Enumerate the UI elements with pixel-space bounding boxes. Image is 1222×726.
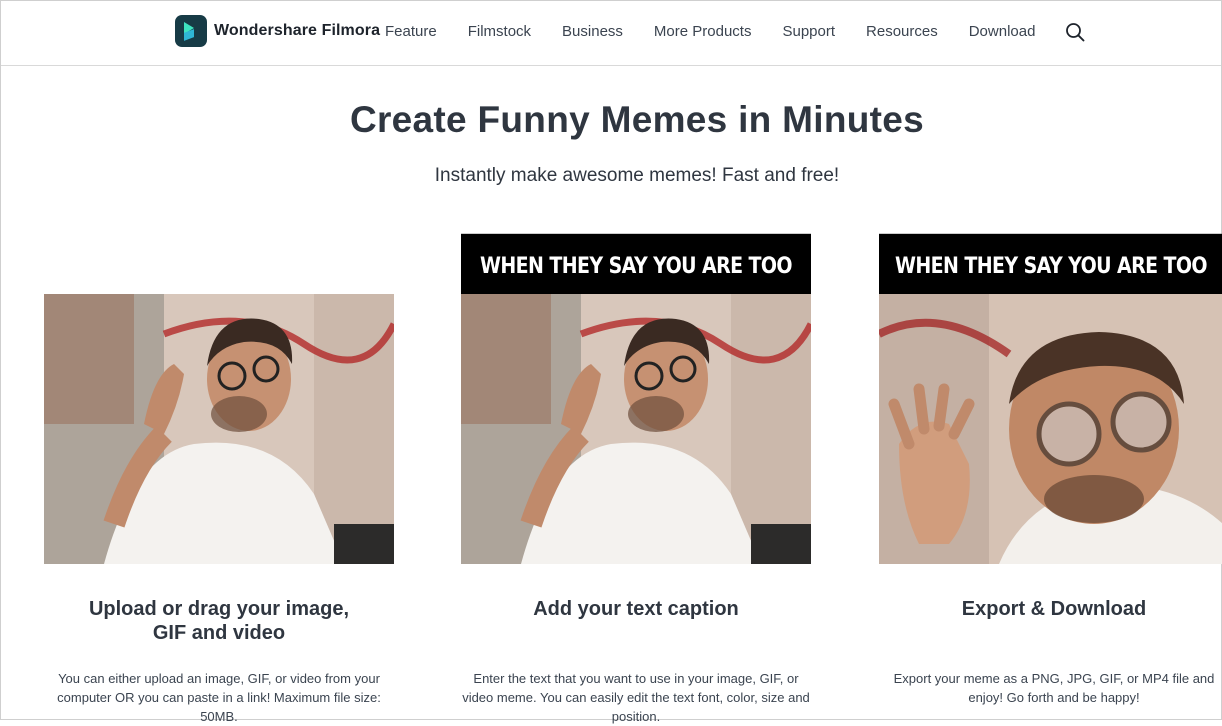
nav-item-feature[interactable]: Feature (385, 23, 437, 40)
meme-caption-banner: WHEN THEY SAY YOU ARE TOO MUCH (879, 233, 1222, 343)
brand-logo[interactable]: Wondershare Filmora (175, 15, 380, 47)
step-description: You can either upload an image, GIF, or … (57, 671, 381, 724)
step-description: Export your meme as a PNG, JPG, GIF, or … (893, 671, 1215, 705)
meme-image (879, 294, 1222, 564)
meme-caption-banner: WHEN THEY SAY YOU ARE TOO MUCH (461, 233, 811, 343)
nav-item-business[interactable]: Business (562, 23, 623, 40)
step-description: Enter the text that you want to use in y… (462, 671, 810, 724)
nav-item-more-products[interactable]: More Products (654, 23, 752, 40)
nav-item-download[interactable]: Download (969, 23, 1036, 40)
brand-name: Wondershare Filmora (214, 22, 381, 39)
page-title: Create Funny Memes in Minutes (349, 99, 925, 140)
top-navigation: Wondershare Filmora Feature Filmstock Bu… (1, 1, 1221, 66)
page-subtitle: Instantly make awesome memes! Fast and f… (434, 165, 840, 186)
filmora-logo-icon (175, 15, 207, 47)
meme-image (44, 294, 394, 564)
nav-item-filmstock[interactable]: Filmstock (468, 23, 531, 40)
meme-image (461, 294, 811, 564)
search-icon[interactable] (1065, 22, 1085, 42)
step-title: Upload or drag your image, GIF and video (88, 598, 350, 644)
nav-menu: Feature Filmstock Business More Products… (385, 23, 1066, 40)
step-title: Add your text caption (533, 598, 739, 620)
nav-item-support[interactable]: Support (782, 23, 835, 40)
nav-item-resources[interactable]: Resources (866, 23, 938, 40)
step-title: Export & Download (961, 598, 1147, 620)
